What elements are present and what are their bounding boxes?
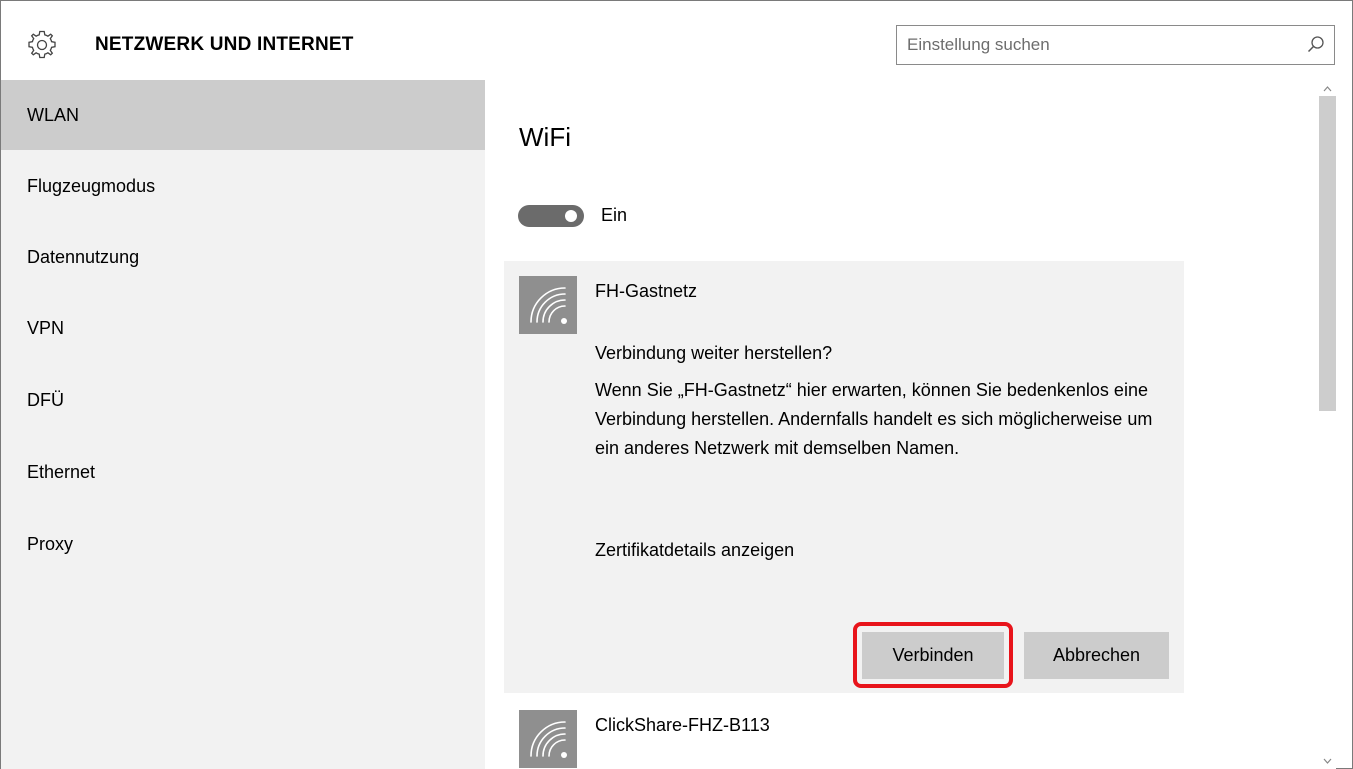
- header: NETZWERK UND INTERNET: [1, 1, 1352, 79]
- wifi-signal-icon: [530, 721, 567, 758]
- sidebar-item-dfue[interactable]: DFÜ: [1, 365, 485, 435]
- scroll-down-arrow-icon[interactable]: [1319, 754, 1336, 768]
- scroll-up-arrow-icon[interactable]: [1319, 82, 1336, 96]
- scroll-thumb[interactable]: [1319, 96, 1336, 411]
- sidebar-item-datennutzung[interactable]: Datennutzung: [1, 222, 485, 292]
- toggle-knob: [565, 210, 577, 222]
- network-name: FH-Gastnetz: [595, 281, 698, 301]
- sidebar-item-proxy[interactable]: Proxy: [1, 509, 485, 579]
- section-heading: WiFi: [519, 122, 571, 152]
- wifi-signal-tile: [519, 276, 577, 334]
- connect-button[interactable]: Verbinden: [862, 632, 1004, 679]
- sidebar-item-ethernet[interactable]: Ethernet: [1, 437, 485, 507]
- sidebar-item-vpn[interactable]: VPN: [1, 293, 485, 363]
- wifi-toggle[interactable]: [518, 205, 584, 227]
- wifi-signal-tile: [519, 710, 577, 768]
- wifi-signal-icon: [530, 287, 567, 324]
- network-card-fh-gastnetz: FH-Gastnetz Verbindung weiter herstellen…: [504, 261, 1184, 693]
- cancel-button[interactable]: Abbrechen: [1024, 632, 1169, 679]
- main-content: WiFi Ein FH-Gastnetz Verbindung weiter h…: [485, 80, 1336, 769]
- scrollbar[interactable]: [1319, 80, 1336, 769]
- sidebar: WLAN Flugzeugmodus Datennutzung VPN DFÜ …: [1, 80, 485, 769]
- search-input[interactable]: [897, 26, 1302, 64]
- search-icon[interactable]: [1306, 35, 1326, 55]
- page-title: NETZWERK UND INTERNET: [95, 34, 354, 55]
- sidebar-item-wlan[interactable]: WLAN: [1, 80, 485, 150]
- gear-icon: [28, 30, 56, 59]
- settings-window: NETZWERK UND INTERNET WLAN Flugzeugmodus…: [0, 0, 1353, 769]
- network-row-clickshare[interactable]: ClickShare-FHZ-B113: [504, 693, 1184, 769]
- search-box[interactable]: [896, 25, 1335, 65]
- certificate-details-link[interactable]: Zertifikatdetails anzeigen: [595, 540, 794, 561]
- network-name: ClickShare-FHZ-B113: [595, 715, 770, 735]
- sidebar-item-flugzeugmodus[interactable]: Flugzeugmodus: [1, 151, 485, 221]
- wifi-toggle-label: Ein: [601, 205, 628, 225]
- connect-question: Verbindung weiter herstellen?: [595, 343, 833, 363]
- connect-description: Wenn Sie „FH-Gastnetz“ hier erwarten, kö…: [595, 380, 1153, 458]
